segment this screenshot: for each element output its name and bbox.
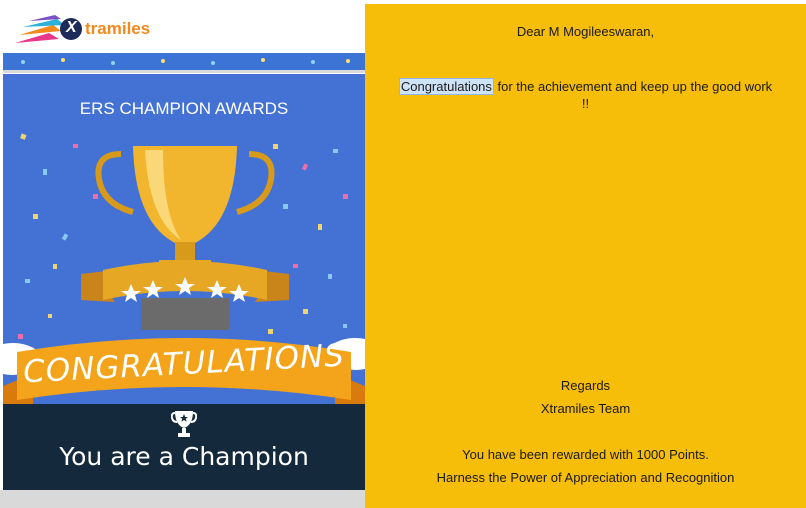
trophy-illustration (95, 146, 275, 330)
logo-brand-text: tramiles (85, 19, 151, 38)
poster-title: ERS CHAMPION AWARDS (79, 99, 289, 118)
logo-mark: X (66, 19, 77, 36)
logo-bar: X tramiles (3, 5, 365, 53)
divider (3, 70, 365, 73)
award-poster: ERS CHAMPION AWARDS CONGRATULATIONS You … (3, 74, 365, 490)
message-body-end: !! (581, 96, 590, 111)
xtramiles-logo-icon (15, 15, 82, 43)
closing: Regards (560, 378, 611, 393)
highlighted-word[interactable]: Congratulations (398, 78, 494, 95)
email-banner-column: X tramiles ERS CHAMPION AWARDS CONGRATUL… (3, 5, 365, 490)
confetti-stripe-dots (21, 58, 350, 65)
confetti-stripe (3, 53, 365, 70)
tagline-message: Harness the Power of Appreciation and Re… (436, 470, 735, 485)
message-body-text: for the achievement and keep up the good… (493, 79, 773, 94)
greeting: Dear M Mogileeswaran, (516, 24, 655, 39)
champion-tagline: You are a Champion (59, 442, 309, 471)
signature: Xtramiles Team (540, 401, 631, 416)
footer-strip (0, 490, 365, 508)
message-panel: Dear M Mogileeswaran, Congratulations fo… (365, 4, 806, 508)
small-trophy-icon (171, 411, 197, 437)
points-message: You have been rewarded with 1000 Points. (462, 447, 709, 462)
message-body: Congratulations for the achievement and … (365, 78, 806, 112)
